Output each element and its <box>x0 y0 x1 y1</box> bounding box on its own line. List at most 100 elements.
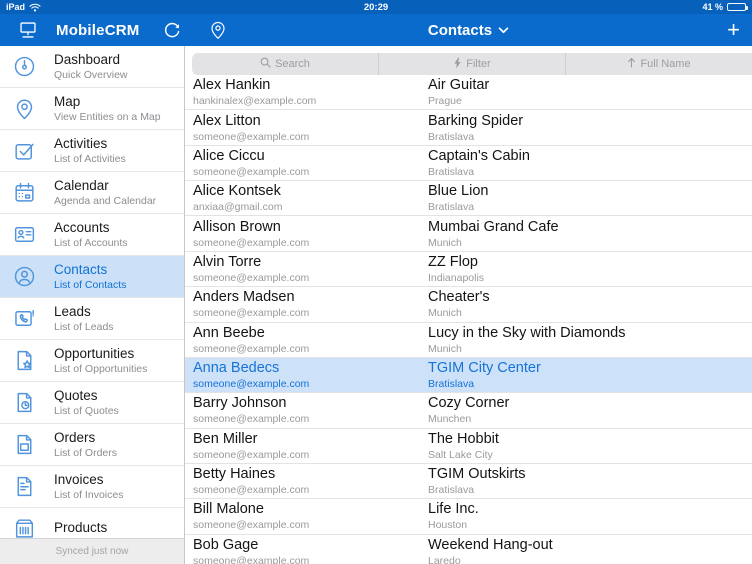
contact-email: someone@example.com <box>193 131 428 143</box>
contact-email: someone@example.com <box>193 519 428 531</box>
contact-row[interactable]: Alice Ciccu someone@example.com Captain'… <box>185 146 752 181</box>
sync-status: Synced just now <box>0 538 184 564</box>
add-contact-button[interactable]: + <box>727 14 740 46</box>
contact-row[interactable]: Anna Bedecs someone@example.com TGIM Cit… <box>185 358 752 393</box>
contact-email: someone@example.com <box>193 555 428 564</box>
doc-box-icon <box>11 432 37 458</box>
sidebar-item-activities[interactable]: Activities List of Activities <box>0 130 184 172</box>
contact-row[interactable]: Ann Beebe someone@example.com Lucy in th… <box>185 323 752 358</box>
entity-selector[interactable]: Contacts <box>428 22 509 39</box>
sync-icon[interactable] <box>161 20 183 40</box>
phone-card-icon <box>11 306 37 332</box>
contact-email: someone@example.com <box>193 237 428 249</box>
contact-city: Munich <box>428 343 752 355</box>
contact-name: Ann Beebe <box>193 325 428 342</box>
contact-company: Captain's Cabin <box>428 148 752 165</box>
app-title: MobileCRM <box>56 22 139 39</box>
contact-row[interactable]: Alice Kontsek anxiaa@gmail.com Blue Lion… <box>185 181 752 216</box>
entity-title: Contacts <box>428 22 492 39</box>
contact-company: Blue Lion <box>428 183 752 200</box>
sidebar-items: Dashboard Quick Overview Map View Entiti… <box>0 46 184 550</box>
filter-label: Filter <box>466 58 490 70</box>
lightning-icon <box>453 57 462 72</box>
sidebar-item-accounts[interactable]: Accounts List of Accounts <box>0 214 184 256</box>
contact-row[interactable]: Anders Madsen someone@example.com Cheate… <box>185 287 752 322</box>
calendar-icon <box>11 180 37 206</box>
contact-name: Alex Litton <box>193 113 428 130</box>
sidebar-item-label: Leads <box>54 304 114 320</box>
sidebar-item-label: Calendar <box>54 178 156 194</box>
contact-city: Munich <box>428 307 752 319</box>
contact-row[interactable]: Bill Malone someone@example.com Life Inc… <box>185 499 752 534</box>
contact-row[interactable]: Alvin Torre someone@example.com ZZ Flop … <box>185 252 752 287</box>
sidebar-item-sublabel: Quick Overview <box>54 69 128 81</box>
contact-row[interactable]: Ben Miller someone@example.com The Hobbi… <box>185 429 752 464</box>
sidebar-item-opportunities[interactable]: Opportunities List of Opportunities <box>0 340 184 382</box>
contact-company: Cheater's <box>428 289 752 306</box>
contact-company: Barking Spider <box>428 113 752 130</box>
contact-row[interactable]: Alex Hankin hankinalex@example.com Air G… <box>185 75 752 110</box>
search-button[interactable]: Search <box>192 53 378 75</box>
doc-clock-icon <box>11 390 37 416</box>
sidebar-item-calendar[interactable]: Calendar Agenda and Calendar <box>0 172 184 214</box>
contact-name: Bob Gage <box>193 537 428 554</box>
sidebar-item-label: Orders <box>54 430 117 446</box>
contact-email: someone@example.com <box>193 378 428 390</box>
sidebar-item-orders[interactable]: Orders List of Orders <box>0 424 184 466</box>
filter-button[interactable]: Filter <box>378 53 565 75</box>
sidebar-item-label: Invoices <box>54 472 123 488</box>
contact-city: Indianapolis <box>428 272 752 284</box>
contact-company: Life Inc. <box>428 501 752 518</box>
device-monitor-icon[interactable] <box>18 21 38 39</box>
location-pin-icon[interactable] <box>209 20 227 40</box>
contact-row[interactable]: Betty Haines someone@example.com TGIM Ou… <box>185 464 752 499</box>
contact-name: Anna Bedecs <box>193 360 428 377</box>
chevron-down-icon <box>498 27 509 34</box>
arrow-up-icon <box>627 57 636 71</box>
sidebar-item-sublabel: List of Leads <box>54 321 114 333</box>
sidebar-item-sublabel: View Entities on a Map <box>54 111 161 123</box>
contact-email: hankinalex@example.com <box>193 95 428 107</box>
contact-row[interactable]: Alex Litton someone@example.com Barking … <box>185 110 752 145</box>
sidebar-item-sublabel: List of Orders <box>54 447 117 459</box>
contact-city: Bratislava <box>428 131 752 143</box>
contact-email: someone@example.com <box>193 413 428 425</box>
sidebar-item-sublabel: List of Opportunities <box>54 363 147 375</box>
contact-city: Salt Lake City <box>428 449 752 461</box>
sidebar-item-sublabel: List of Quotes <box>54 405 119 417</box>
map-pin-icon <box>11 96 37 122</box>
contact-name: Alex Hankin <box>193 77 428 94</box>
sidebar-item-quotes[interactable]: Quotes List of Quotes <box>0 382 184 424</box>
sort-button[interactable]: Full Name <box>565 53 752 75</box>
contact-email: someone@example.com <box>193 166 428 178</box>
sidebar-item-contacts[interactable]: Contacts List of Contacts <box>0 256 184 298</box>
contact-city: Munchen <box>428 413 752 425</box>
contact-row[interactable]: Bob Gage someone@example.com Weekend Han… <box>185 535 752 564</box>
sidebar-item-map[interactable]: Map View Entities on a Map <box>0 88 184 130</box>
contact-company: Air Guitar <box>428 77 752 94</box>
sidebar-item-label: Quotes <box>54 388 119 404</box>
sidebar-item-dashboard[interactable]: Dashboard Quick Overview <box>0 46 184 88</box>
contact-company: Cozy Corner <box>428 395 752 412</box>
sidebar-item-invoices[interactable]: Invoices List of Invoices <box>0 466 184 508</box>
doc-star-icon <box>11 348 37 374</box>
contact-city: Houston <box>428 519 752 531</box>
clock: 20:29 <box>0 2 752 13</box>
contact-row[interactable]: Barry Johnson someone@example.com Cozy C… <box>185 393 752 428</box>
sidebar-item-sublabel: List of Accounts <box>54 237 128 249</box>
sidebar-item-leads[interactable]: Leads List of Leads <box>0 298 184 340</box>
contact-email: someone@example.com <box>193 449 428 461</box>
sidebar-item-label: Accounts <box>54 220 128 236</box>
search-icon <box>260 57 271 71</box>
contact-company: TGIM Outskirts <box>428 466 752 483</box>
person-circle-icon <box>11 264 37 290</box>
contact-company: The Hobbit <box>428 431 752 448</box>
contact-email: someone@example.com <box>193 307 428 319</box>
sidebar-item-label: Contacts <box>54 262 126 278</box>
contact-city: Bratislava <box>428 378 752 390</box>
checkbox-icon <box>11 138 37 164</box>
sidebar-item-sublabel: List of Invoices <box>54 489 123 501</box>
sidebar: Dashboard Quick Overview Map View Entiti… <box>0 46 185 564</box>
contact-company: Mumbai Grand Cafe <box>428 219 752 236</box>
contact-row[interactable]: Allison Brown someone@example.com Mumbai… <box>185 216 752 251</box>
